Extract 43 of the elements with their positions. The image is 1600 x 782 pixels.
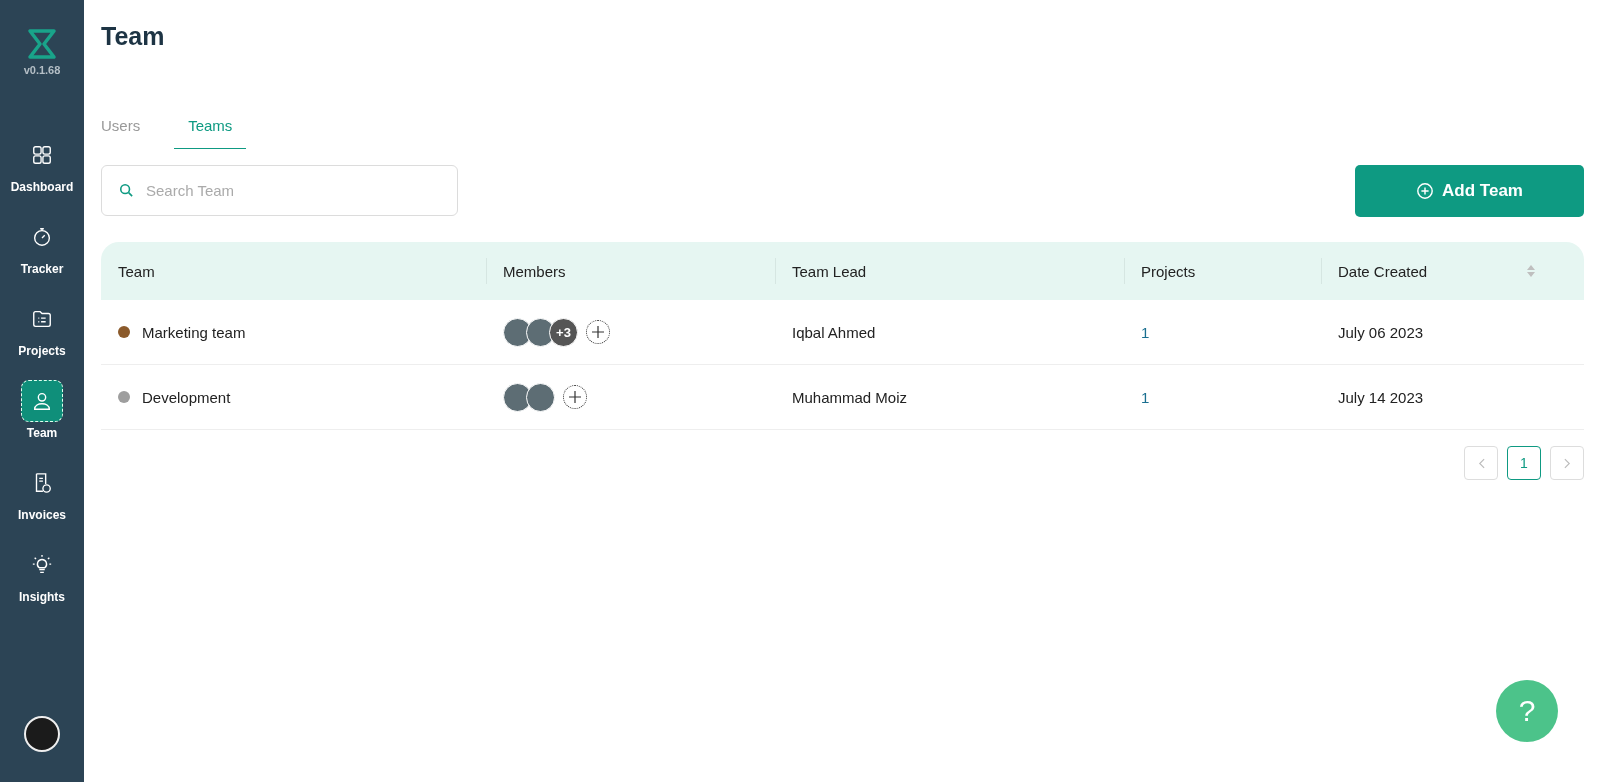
plus-icon: [569, 391, 581, 403]
nav-item[interactable]: Dashboard: [10, 134, 74, 194]
avatar: [526, 382, 555, 412]
search-field[interactable]: Search Team: [101, 165, 458, 216]
column-header: Projects: [1141, 262, 1196, 280]
nav-item[interactable]: Team: [10, 380, 74, 440]
team-lead: Iqbal Ahmed: [792, 323, 876, 341]
chevron-left-icon: [1477, 457, 1485, 469]
team-name: Marketing team: [142, 323, 246, 341]
column-header: Team Lead: [792, 262, 867, 280]
nav-item[interactable]: Insights: [10, 544, 74, 604]
nav-item[interactable]: Tracker: [10, 216, 74, 276]
column-header: Date Created: [1338, 262, 1428, 280]
page-title: Team: [101, 22, 166, 51]
add-member-button[interactable]: [586, 320, 610, 344]
team-name: Development: [142, 388, 231, 406]
search-icon: [119, 183, 133, 197]
logo-icon: [26, 28, 58, 60]
nav-item[interactable]: Invoices: [10, 462, 74, 522]
add-team-button[interactable]: Add Team: [1355, 165, 1584, 217]
version-label: v0.1.68: [23, 64, 61, 76]
chevron-right-icon: [1563, 457, 1571, 469]
project-count[interactable]: 1: [1141, 323, 1150, 341]
user-icon: [31, 390, 53, 412]
plus-circle-icon: [1416, 182, 1435, 200]
lightbulb-icon: [31, 554, 53, 576]
column-header: Members: [503, 262, 566, 280]
grid-icon: [31, 144, 53, 166]
folder-icon: [31, 308, 53, 330]
nav-item[interactable]: Projects: [10, 298, 74, 358]
more-members-count: +3: [549, 317, 578, 347]
stopwatch-icon: [31, 226, 53, 248]
tab[interactable]: Teams: [174, 107, 247, 149]
column-header: Team: [118, 262, 155, 280]
team-lead: Muhammad Moiz: [792, 388, 908, 406]
tab[interactable]: Users: [101, 107, 155, 149]
project-count[interactable]: 1: [1141, 388, 1150, 406]
user-avatar[interactable]: [24, 716, 60, 752]
date-created: July 14 2023: [1338, 388, 1424, 406]
plus-icon: [592, 326, 604, 338]
add-member-button[interactable]: [563, 385, 587, 409]
date-created: July 06 2023: [1338, 323, 1424, 341]
page-button[interactable]: 1: [1507, 446, 1541, 480]
